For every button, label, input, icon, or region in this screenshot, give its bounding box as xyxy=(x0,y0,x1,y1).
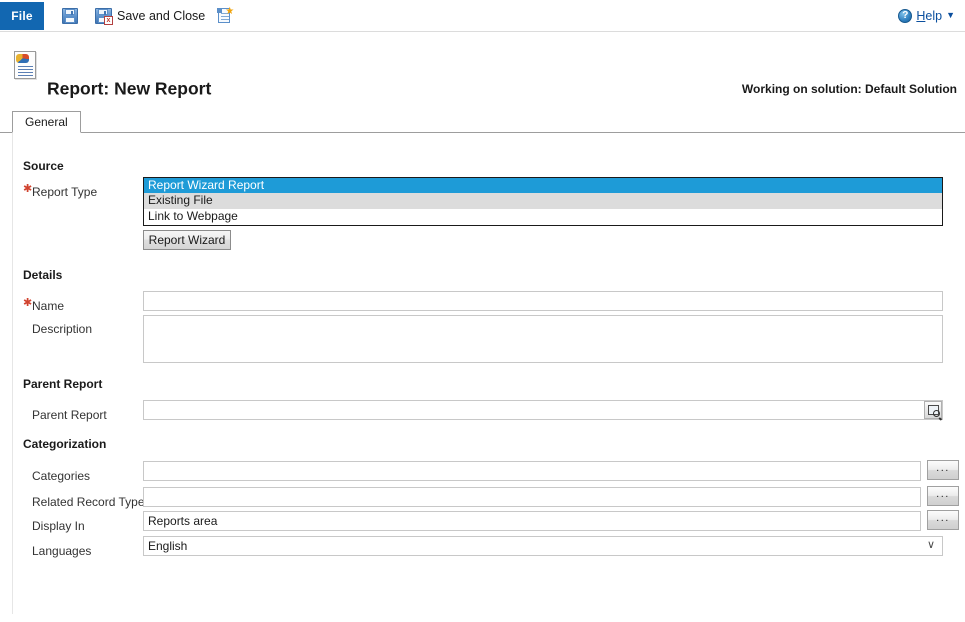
command-bar: File x Save and Close ★ ? Help ▼ xyxy=(0,0,965,32)
related-record-types-browse-button[interactable]: ... xyxy=(927,486,959,506)
report-type-option-2[interactable]: Link to Webpage xyxy=(144,209,942,224)
report-type-option-0[interactable]: Report Wizard Report xyxy=(144,178,942,194)
tab-strip: General xyxy=(0,110,965,133)
save-and-close-icon: x xyxy=(95,7,113,25)
section-title-source: Source xyxy=(23,159,64,173)
save-button[interactable] xyxy=(56,4,89,28)
form-body: Source ✱ Report Type Report Wizard Repor… xyxy=(12,133,965,614)
languages-select[interactable]: English ∨ xyxy=(143,536,943,556)
display-in-browse-button[interactable]: ... xyxy=(927,510,959,530)
help-icon: ? xyxy=(898,8,913,23)
help-link[interactable]: Help xyxy=(916,9,942,23)
new-record-icon: ★ xyxy=(217,6,234,24)
file-menu-button[interactable]: File xyxy=(0,2,44,30)
related-record-types-label: Related Record Types xyxy=(32,495,151,509)
categories-browse-label: ... xyxy=(936,462,950,474)
display-in-label: Display In xyxy=(32,519,85,533)
tab-general-label: General xyxy=(25,115,68,129)
name-input[interactable] xyxy=(143,291,943,311)
description-textarea[interactable] xyxy=(143,315,943,363)
section-title-details: Details xyxy=(23,268,63,282)
parent-report-label: Parent Report xyxy=(32,408,107,422)
display-in-input[interactable] xyxy=(143,511,921,531)
help-menu[interactable]: ? Help ▼ xyxy=(898,0,955,31)
required-indicator-icon: ✱ xyxy=(23,297,33,309)
save-and-close-button[interactable]: x Save and Close xyxy=(89,4,211,28)
name-label: ✱ Name xyxy=(23,297,65,313)
languages-label: Languages xyxy=(32,544,92,558)
report-wizard-button-label: Report Wizard xyxy=(148,233,226,247)
page-header: Report: New Report Working on solution: … xyxy=(0,32,965,110)
parent-report-input[interactable] xyxy=(143,400,943,420)
report-wizard-button[interactable]: Report Wizard xyxy=(143,230,231,250)
tab-general[interactable]: General xyxy=(12,111,81,133)
save-and-new-button[interactable]: ★ xyxy=(211,4,244,28)
save-and-close-label: Save and Close xyxy=(117,8,206,23)
categories-input[interactable] xyxy=(143,461,921,481)
chevron-down-icon: ∨ xyxy=(926,539,935,552)
related-record-types-browse-label: ... xyxy=(936,488,950,500)
categories-browse-button[interactable]: ... xyxy=(927,460,959,480)
categories-label: Categories xyxy=(32,469,91,483)
related-record-types-input[interactable] xyxy=(143,487,921,507)
report-type-label: ✱ Report Type xyxy=(23,183,98,199)
section-title-categorization: Categorization xyxy=(23,437,107,451)
help-label-rest: elp xyxy=(925,8,943,23)
report-type-listbox[interactable]: Report Wizard Report Existing File Link … xyxy=(143,177,943,226)
chevron-down-icon[interactable]: ▼ xyxy=(946,11,955,20)
parent-report-lookup-button[interactable] xyxy=(924,401,942,419)
report-type-option-1[interactable]: Existing File xyxy=(144,193,942,209)
required-indicator-icon: ✱ xyxy=(23,183,33,195)
command-bar-items: x Save and Close ★ xyxy=(56,0,244,31)
page-title: Report: New Report xyxy=(47,78,212,99)
section-title-parent-report: Parent Report xyxy=(23,377,103,391)
report-icon xyxy=(12,51,38,81)
file-menu-label: File xyxy=(11,9,33,23)
search-icon xyxy=(927,405,940,417)
solution-context-label: Working on solution: Default Solution xyxy=(741,82,957,96)
languages-select-value: English xyxy=(148,539,188,553)
save-icon xyxy=(62,7,78,24)
description-label: Description xyxy=(32,322,93,336)
display-in-browse-label: ... xyxy=(936,512,950,524)
